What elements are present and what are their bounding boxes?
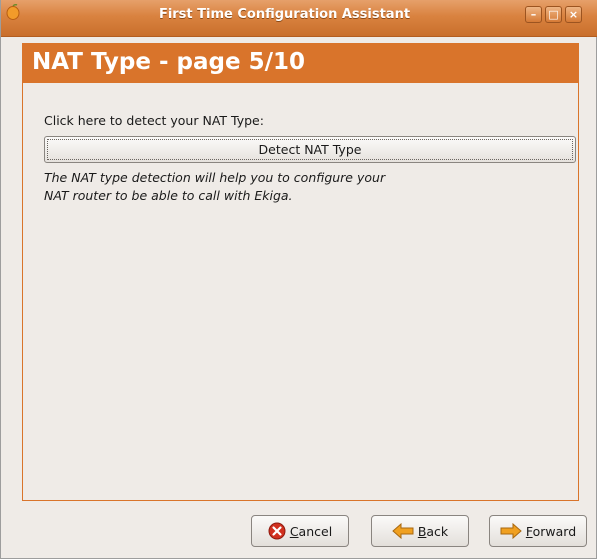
forward-button[interactable]: Forward <box>489 515 587 547</box>
cancel-icon <box>268 522 286 540</box>
detect-nat-type-button[interactable]: Detect NAT Type <box>44 136 576 163</box>
cancel-button[interactable]: Cancel <box>251 515 349 547</box>
back-arrow-icon <box>392 523 414 539</box>
back-button[interactable]: Back <box>371 515 469 547</box>
title-bar[interactable]: First Time Configuration Assistant – □ × <box>1 0 597 37</box>
forward-label: Forward <box>525 523 577 539</box>
nat-description: The NAT type detection will help you to … <box>44 170 386 203</box>
maximize-button[interactable]: □ <box>545 6 562 23</box>
close-button[interactable]: × <box>565 6 582 23</box>
assistant-window: First Time Configuration Assistant – □ ×… <box>0 0 597 559</box>
back-label: Back <box>417 523 449 539</box>
window-title: First Time Configuration Assistant <box>158 7 411 22</box>
minimize-button[interactable]: – <box>525 6 542 23</box>
detect-prompt-label: Click here to detect your NAT Type: <box>44 113 264 128</box>
cancel-label: Cancel <box>289 523 333 539</box>
page-header: NAT Type - page 5/10 <box>22 43 579 83</box>
detect-nat-type-label: Detect NAT Type <box>258 142 362 157</box>
content-panel: Click here to detect your NAT Type: Dete… <box>22 83 579 501</box>
page-title: NAT Type - page 5/10 <box>32 49 306 75</box>
forward-arrow-icon <box>500 523 522 539</box>
